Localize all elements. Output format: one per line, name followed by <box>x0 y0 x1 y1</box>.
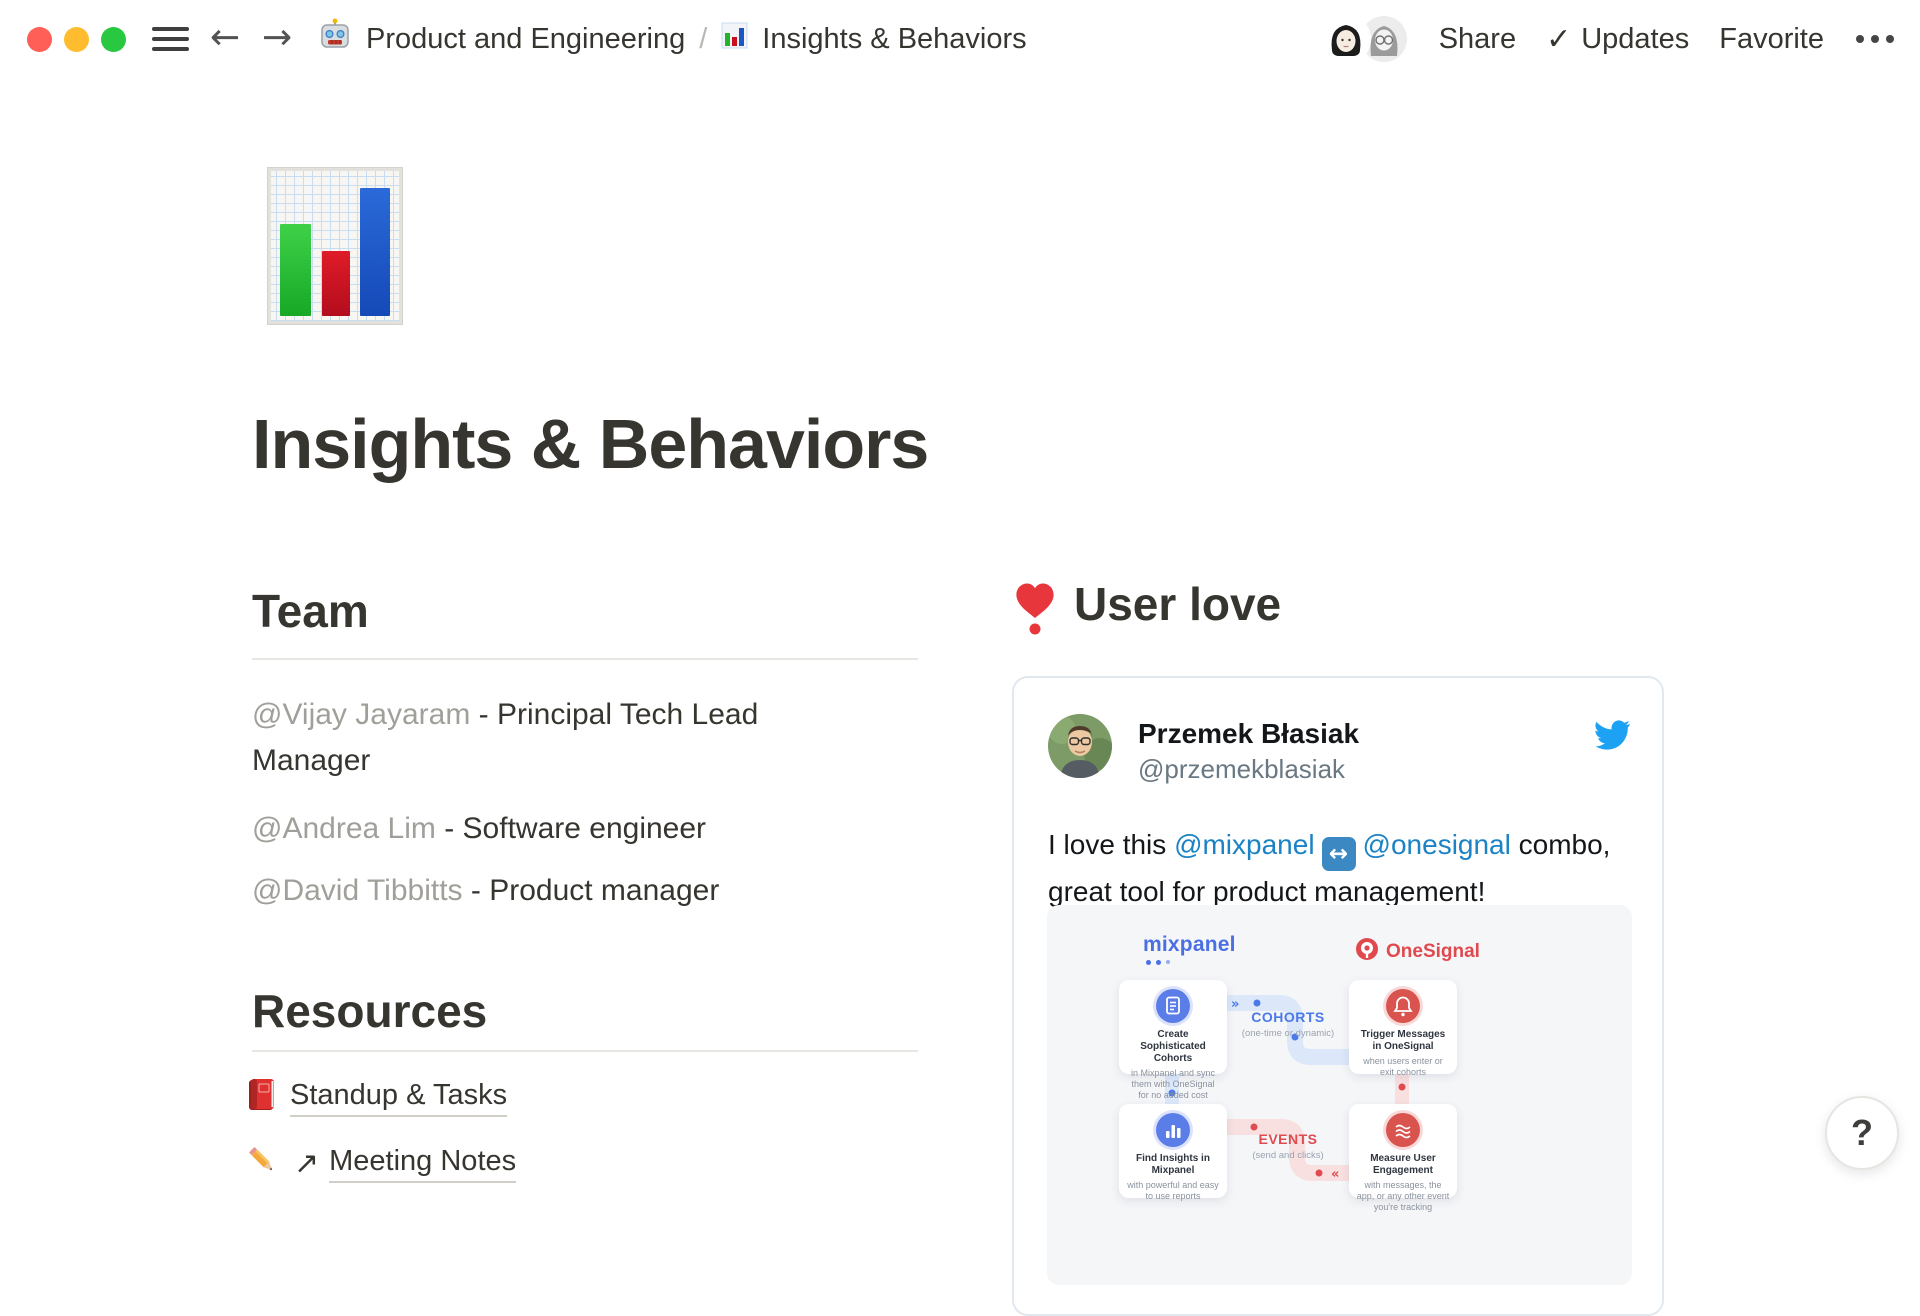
breadcrumb: Product and Engineering / Insights & Beh… <box>318 0 1027 78</box>
share-button[interactable]: Share <box>1439 23 1516 56</box>
bar-chart-icon <box>721 22 748 57</box>
tweet-image-mixpanel-onesignal-diagram[interactable]: mixpanel OneSignal » <box>1047 905 1632 1285</box>
page-link-standup-tasks[interactable]: Standup & Tasks <box>246 1078 507 1117</box>
sidebar-menu-button[interactable] <box>152 27 189 52</box>
robot-icon <box>318 18 352 60</box>
check-icon: ✓ <box>1546 22 1571 57</box>
member-role: - Product manager <box>471 874 719 907</box>
svg-text:«: « <box>1331 1167 1339 1182</box>
events-label-group: EVENTS (send and clicks) <box>1228 1131 1348 1161</box>
line-chart-icon <box>1386 1113 1420 1147</box>
tweet-text-segment: I love this <box>1048 829 1174 860</box>
cohorts-label-group: COHORTS (one-time or dynamic) <box>1228 1009 1348 1039</box>
red-book-icon <box>246 1078 276 1117</box>
heart-exclamation-icon <box>1014 578 1056 643</box>
diagram-card-trigger-messages: Trigger Messages in OneSignal when users… <box>1349 980 1457 1074</box>
topbar-actions: Share ✓ Updates Favorite <box>1323 0 1896 78</box>
document-icon <box>1156 989 1190 1023</box>
mixpanel-logo: mixpanel <box>1143 933 1236 965</box>
divider <box>252 1050 918 1052</box>
team-heading: Team <box>252 584 369 638</box>
page-title: Insights & Behaviors <box>252 404 928 484</box>
team-member: @Andrea Lim - Software engineer <box>252 806 852 852</box>
bar-chart-icon <box>1156 1113 1190 1147</box>
red-bar <box>322 251 350 317</box>
left-right-arrow-emoji: ↔ <box>1322 837 1356 871</box>
maximize-window-button[interactable] <box>101 27 126 52</box>
bell-icon <box>1386 989 1420 1023</box>
updates-label: Updates <box>1581 23 1689 56</box>
green-bar <box>280 224 311 316</box>
presence-avatars[interactable] <box>1323 15 1409 63</box>
open-in-arrow-icon: ↗ <box>294 1146 319 1181</box>
user-love-label: User love <box>1074 578 1281 630</box>
breadcrumb-separator: / <box>699 23 707 56</box>
diagram-card-find-insights: Find Insights in Mixpanel with powerful … <box>1119 1104 1227 1198</box>
minimize-window-button[interactable] <box>64 27 89 52</box>
tweet-author-avatar[interactable] <box>1048 714 1112 778</box>
help-button[interactable]: ? <box>1825 1096 1899 1170</box>
pencil-icon <box>246 1144 280 1183</box>
tweet-link-mixpanel[interactable]: @mixpanel <box>1174 829 1314 860</box>
page-link-meeting-notes[interactable]: ↗ Meeting Notes <box>246 1144 516 1183</box>
diagram-card-measure-engagement: Measure User Engagement with messages, t… <box>1349 1104 1457 1198</box>
mention-vijay-jayaram[interactable]: @Vijay Jayaram <box>252 698 470 731</box>
tweet-text: I love this @mixpanel↔@onesignal combo, … <box>1048 824 1638 913</box>
tweet-embed-card: Przemek Błasiak @przemekblasiak I love t… <box>1012 676 1664 1316</box>
back-button[interactable]: ← <box>210 17 240 59</box>
tweet-link-onesignal[interactable]: @onesignal <box>1363 829 1511 860</box>
page-link-label: Meeting Notes <box>329 1145 516 1183</box>
breadcrumb-workspace[interactable]: Product and Engineering <box>366 23 685 56</box>
more-options-button[interactable] <box>1854 29 1896 49</box>
onesignal-logo: OneSignal <box>1355 937 1480 966</box>
blue-bar <box>360 188 389 316</box>
member-role: - Software engineer <box>444 812 706 845</box>
breadcrumb-page[interactable]: Insights & Behaviors <box>762 23 1026 56</box>
team-member: @Vijay Jayaram - Principal Tech Lead Man… <box>252 692 852 784</box>
favorite-button[interactable]: Favorite <box>1719 23 1824 56</box>
updates-button[interactable]: ✓ Updates <box>1546 22 1689 57</box>
forward-button[interactable]: → <box>262 17 292 59</box>
user-love-heading: User love <box>1014 578 1281 643</box>
avatar <box>1323 16 1369 62</box>
mention-andrea-lim[interactable]: @Andrea Lim <box>252 812 436 845</box>
page-icon-bar-chart[interactable] <box>268 168 402 324</box>
page-link-label: Standup & Tasks <box>290 1079 507 1117</box>
divider <box>252 658 918 660</box>
diagram-card-create-cohorts: Create Sophisticated Cohorts in Mixpanel… <box>1119 980 1227 1074</box>
tweet-author-handle[interactable]: @przemekblasiak <box>1138 754 1345 785</box>
twitter-bird-icon[interactable] <box>1594 720 1630 750</box>
resources-heading: Resources <box>252 984 487 1038</box>
mention-david-tibbitts[interactable]: @David Tibbitts <box>252 874 463 907</box>
tweet-author-name[interactable]: Przemek Błasiak <box>1138 718 1359 750</box>
team-member: @David Tibbitts - Product manager <box>252 868 852 914</box>
window-titlebar: ← → Product and Engineering / <box>0 0 1920 78</box>
onesignal-mark-icon <box>1355 937 1379 966</box>
close-window-button[interactable] <box>27 27 52 52</box>
